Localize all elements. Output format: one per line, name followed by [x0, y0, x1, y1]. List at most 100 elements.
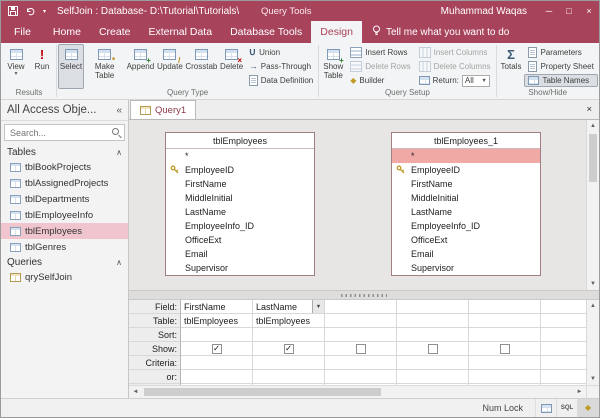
- show-cell[interactable]: [181, 342, 252, 356]
- tab-design[interactable]: Design: [311, 21, 362, 43]
- or-cell[interactable]: [253, 370, 324, 384]
- datasheet-view-button[interactable]: [536, 399, 557, 417]
- run-button[interactable]: ! Run: [29, 44, 55, 89]
- parameters-button[interactable]: Parameters: [524, 46, 597, 59]
- pane-splitter[interactable]: [129, 290, 599, 300]
- field-row[interactable]: Supervisor: [166, 261, 314, 275]
- sidebar-item-tblemployees[interactable]: tblEmployees: [1, 223, 128, 239]
- field-row[interactable]: OfficeExt: [392, 233, 540, 247]
- show-cell[interactable]: [397, 342, 468, 356]
- scroll-right-button[interactable]: ►: [573, 386, 586, 398]
- search-input[interactable]: [8, 127, 112, 139]
- view-button[interactable]: View ▾: [3, 44, 29, 89]
- shutter-bar-collapse-icon[interactable]: «: [116, 105, 122, 116]
- or-cell[interactable]: [397, 370, 468, 384]
- qat-dropdown-icon[interactable]: ▾: [43, 8, 46, 15]
- data-definition-button[interactable]: Data Definition: [245, 74, 317, 87]
- update-button[interactable]: / Update: [156, 44, 185, 89]
- show-checkbox[interactable]: [428, 344, 438, 354]
- show-cell[interactable]: [253, 342, 324, 356]
- design-view-button[interactable]: ◆: [578, 399, 599, 417]
- field-dropdown-button[interactable]: ▼: [312, 300, 324, 313]
- sort-cell[interactable]: [325, 328, 396, 342]
- field-row[interactable]: OfficeExt: [166, 233, 314, 247]
- field-row[interactable]: EmployeeInfo_ID: [392, 219, 540, 233]
- undo-icon[interactable]: [25, 7, 36, 16]
- field-cell[interactable]: ▼: [325, 300, 396, 314]
- scrollbar-thumb[interactable]: [144, 388, 381, 396]
- criteria-cell[interactable]: [325, 356, 396, 370]
- show-checkbox[interactable]: [500, 344, 510, 354]
- minimize-button[interactable]: ─: [539, 1, 559, 21]
- field-row[interactable]: Supervisor: [392, 261, 540, 275]
- insert-columns-button[interactable]: Insert Columns: [415, 46, 495, 59]
- select-query-button[interactable]: Select: [58, 44, 84, 89]
- sort-cell[interactable]: [469, 328, 540, 342]
- tab-query1[interactable]: Query1: [130, 100, 196, 119]
- field-row[interactable]: *: [392, 149, 540, 163]
- user-name[interactable]: Muhammad Waqas: [441, 6, 539, 17]
- field-cell[interactable]: ▼: [469, 300, 540, 314]
- tab-home[interactable]: Home: [44, 21, 90, 43]
- field-cell[interactable]: ▼: [397, 300, 468, 314]
- table-cell[interactable]: tblEmployees: [253, 314, 324, 328]
- return-control[interactable]: Return: All ▼: [415, 74, 495, 87]
- field-row[interactable]: MiddleInitial: [166, 191, 314, 205]
- save-icon[interactable]: [8, 6, 18, 16]
- criteria-cell[interactable]: [181, 356, 252, 370]
- sidebar-item-tblbookprojects[interactable]: tblBookProjects: [1, 159, 128, 175]
- union-button[interactable]: ∪ Union: [245, 46, 317, 59]
- navigation-pane-header[interactable]: All Access Obje... «: [1, 100, 128, 121]
- show-checkbox[interactable]: [212, 344, 222, 354]
- tab-external-data[interactable]: External Data: [139, 21, 221, 43]
- table-names-button[interactable]: Table Names: [524, 74, 597, 87]
- crosstab-button[interactable]: Crosstab: [184, 44, 218, 89]
- table-cell[interactable]: [397, 314, 468, 328]
- or-cell[interactable]: [325, 370, 396, 384]
- section-queries[interactable]: Queries ∧: [1, 255, 128, 269]
- scroll-down-button[interactable]: ▼: [587, 278, 599, 290]
- delete-rows-button[interactable]: Delete Rows: [346, 60, 414, 73]
- show-cell[interactable]: [325, 342, 396, 356]
- criteria-cell[interactable]: [397, 356, 468, 370]
- tab-database-tools[interactable]: Database Tools: [221, 21, 311, 43]
- field-row[interactable]: EmployeeID: [166, 163, 314, 177]
- scrollbar-thumb[interactable]: [589, 134, 597, 182]
- property-sheet-button[interactable]: Property Sheet: [524, 60, 597, 73]
- delete-query-button[interactable]: × Delete: [218, 44, 244, 89]
- show-checkbox[interactable]: [356, 344, 366, 354]
- close-object-button[interactable]: ×: [579, 104, 599, 115]
- scroll-left-button[interactable]: ◄: [129, 386, 142, 398]
- field-list-title[interactable]: tblEmployees_1: [392, 133, 540, 149]
- table-cell[interactable]: [325, 314, 396, 328]
- tell-me-box[interactable]: Tell me what you want to do: [372, 21, 509, 43]
- field-row[interactable]: LastName: [166, 205, 314, 219]
- scroll-down-button[interactable]: ▼: [587, 373, 599, 385]
- field-list-title[interactable]: tblEmployees: [166, 133, 314, 149]
- section-tables[interactable]: Tables ∧: [1, 145, 128, 159]
- criteria-cell[interactable]: [253, 356, 324, 370]
- pass-through-button[interactable]: → Pass-Through: [245, 60, 317, 73]
- or-cell[interactable]: [469, 370, 540, 384]
- field-row[interactable]: EmployeeInfo_ID: [166, 219, 314, 233]
- show-cell[interactable]: [469, 342, 540, 356]
- field-row[interactable]: *: [166, 149, 314, 163]
- show-table-button[interactable]: + Show Table: [320, 44, 346, 89]
- sidebar-item-tblassignedprojects[interactable]: tblAssignedProjects: [1, 175, 128, 191]
- sort-cell[interactable]: [253, 328, 324, 342]
- field-row[interactable]: FirstName: [166, 177, 314, 191]
- insert-rows-button[interactable]: Insert Rows: [346, 46, 414, 59]
- close-button[interactable]: ×: [579, 1, 599, 21]
- show-checkbox[interactable]: [284, 344, 294, 354]
- tab-file[interactable]: File: [1, 21, 44, 43]
- or-cell[interactable]: [181, 370, 252, 384]
- field-row[interactable]: MiddleInitial: [392, 191, 540, 205]
- make-table-button[interactable]: * Make Table: [84, 44, 125, 89]
- scroll-up-button[interactable]: ▲: [587, 120, 599, 132]
- field-cell[interactable]: LastName▼: [253, 300, 324, 314]
- sql-view-button[interactable]: SQL: [557, 399, 578, 417]
- field-row[interactable]: LastName: [392, 205, 540, 219]
- sidebar-item-tbldepartments[interactable]: tblDepartments: [1, 191, 128, 207]
- field-cell[interactable]: FirstName▼: [181, 300, 252, 314]
- sort-cell[interactable]: [181, 328, 252, 342]
